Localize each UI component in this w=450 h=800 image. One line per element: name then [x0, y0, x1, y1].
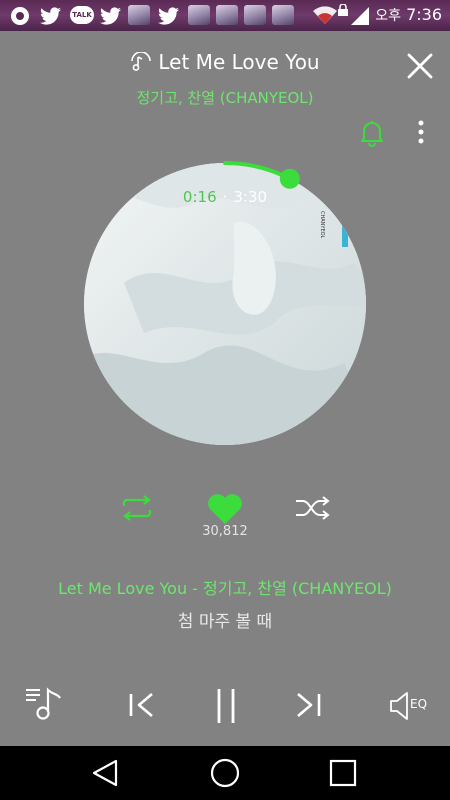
song-info-icon [131, 52, 152, 71]
eq-label: EQ [410, 697, 428, 711]
recent-apps-icon[interactable] [328, 758, 358, 788]
home-icon[interactable] [208, 756, 242, 790]
wifi-icon [313, 6, 337, 25]
shuffle-icon[interactable] [294, 494, 332, 522]
photo-icon [244, 5, 266, 25]
like-count: 30,812 [202, 524, 248, 539]
photo-icon [188, 5, 210, 25]
talk-icon: TALK [70, 6, 94, 24]
photo-icon [128, 5, 150, 25]
bell-icon[interactable] [359, 119, 385, 147]
signal-icon [351, 7, 369, 25]
time-separator: · [222, 188, 228, 206]
clock: 오후 7:36 [375, 5, 442, 25]
lyric-line-current[interactable]: Let Me Love You - 정기고, 찬열 (CHANYEOL) [0, 575, 450, 599]
twitter-icon [158, 7, 179, 25]
clock-ampm: 오후 [375, 8, 402, 24]
total-time: 3:30 [233, 188, 268, 206]
twitter-icon [100, 7, 121, 25]
back-icon[interactable] [90, 758, 122, 788]
progress-arc [223, 161, 292, 181]
song-title[interactable]: Let Me Love You [0, 50, 450, 74]
song-title-text: Let Me Love You [158, 50, 320, 74]
photo-icon [272, 5, 294, 25]
lyric-line-next[interactable]: 첨 마주 볼 때 [0, 607, 450, 632]
current-time: 0:16 [182, 188, 217, 206]
previous-icon[interactable] [126, 690, 158, 720]
more-icon[interactable] [410, 119, 432, 147]
status-bar: TALK 오후 7:36 [0, 0, 450, 31]
record-icon [11, 7, 29, 25]
artist-name[interactable]: 정기고, 찬열 (CHANYEOL) [0, 87, 450, 108]
next-icon[interactable] [292, 690, 324, 720]
lock-icon [338, 4, 348, 16]
navigation-bar [0, 746, 450, 800]
heart-icon[interactable] [206, 492, 244, 526]
repeat-icon[interactable] [118, 494, 156, 522]
progress-knob[interactable] [279, 168, 300, 189]
eq-button[interactable]: EQ [388, 690, 432, 722]
playback-time: 0:16 · 3:30 [0, 188, 450, 206]
playlist-icon[interactable] [24, 686, 64, 722]
photo-icon [216, 5, 238, 25]
pause-icon[interactable] [212, 686, 240, 726]
twitter-icon [40, 7, 61, 25]
clock-time: 7:36 [406, 5, 442, 24]
close-icon[interactable] [404, 50, 436, 82]
